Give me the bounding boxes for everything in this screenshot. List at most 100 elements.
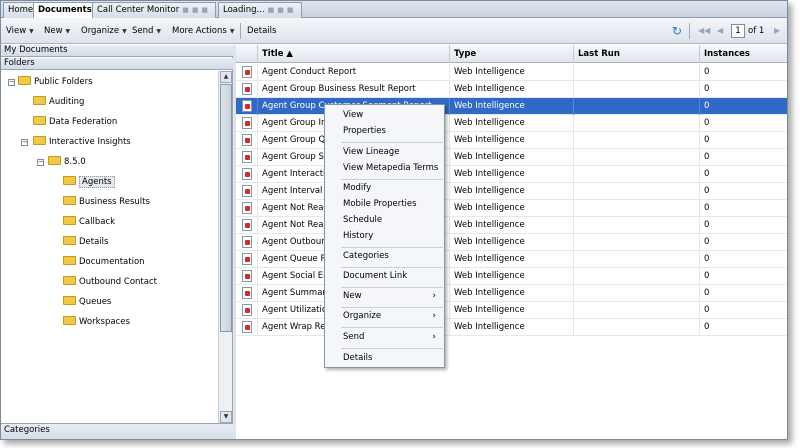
tree-node-queues[interactable]: Queues — [63, 295, 111, 309]
type-cell: Web Intelligence — [450, 302, 574, 319]
table-row[interactable]: Agent Social Engagement ReportWeb Intell… — [236, 268, 787, 285]
dropdown-arrow-icon: ▼ — [229, 28, 235, 35]
my-documents-header[interactable]: My Documents — [1, 45, 233, 57]
menu-item-history[interactable]: History — [325, 229, 444, 244]
type-cell: Web Intelligence — [450, 200, 574, 217]
tree-node-label: Auditing — [49, 97, 85, 107]
tree-node-8-5-0[interactable]: 8.5.0 — [48, 155, 86, 169]
tree-node-public-folders[interactable]: Public Folders — [18, 75, 93, 89]
tab-loading[interactable]: Loading... ■■■ — [218, 2, 302, 18]
table-row[interactable]: Agent Not Ready Report Web Intelligence 0 — [236, 200, 787, 217]
menu-separator — [341, 267, 443, 268]
categories-header[interactable]: Categories — [1, 423, 233, 439]
menu-item-properties[interactable]: Properties — [325, 124, 444, 139]
menu-item-send[interactable]: Send › — [325, 330, 444, 345]
table-row[interactable]: Agent Utilization Report Web Intelligence… — [236, 302, 787, 319]
menu-item-categories[interactable]: Categories — [325, 249, 444, 264]
table-row[interactable]: Agent Group Service Report Web Intelligen… — [236, 149, 787, 166]
collapse-icon[interactable]: − — [8, 79, 15, 86]
column-type-label: Type — [454, 49, 477, 59]
folder-tree-scrollbar[interactable]: ▲ ▼ — [218, 71, 232, 425]
menu-item-view-metapedia-terms[interactable]: View Metapedia Terms — [325, 161, 444, 176]
table-row[interactable]: Agent Queue Report Web Intelligence 0 — [236, 251, 787, 268]
collapse-icon[interactable]: − — [37, 159, 44, 166]
more-actions-label: More Actions — [172, 26, 227, 36]
menu-item-label: Schedule — [343, 215, 383, 225]
table-row[interactable]: Agent Conduct Report Web Intelligence 0 — [236, 64, 787, 81]
tab-documents[interactable]: Documents — [33, 2, 97, 19]
type-cell: Web Intelligence — [450, 149, 574, 166]
tab-call-center-monitor[interactable]: Call Center Monitor ■■■ — [92, 2, 217, 18]
more-actions-menu-button[interactable]: More Actions ▼ — [172, 18, 234, 44]
column-header-instances[interactable]: Instances — [700, 45, 787, 63]
menu-item-organize[interactable]: Organize › — [325, 309, 444, 324]
tree-node-documentation[interactable]: Documentation — [63, 255, 145, 269]
menu-separator — [341, 348, 443, 349]
tab-label: Documents — [38, 5, 92, 15]
refresh-icon[interactable]: ↻ — [672, 18, 682, 44]
title-cell[interactable]: Agent Conduct Report — [258, 64, 450, 81]
menu-item-view-lineage[interactable]: View Lineage — [325, 145, 444, 160]
menu-item-modify[interactable]: Modify — [325, 181, 444, 196]
last-run-cell — [574, 234, 700, 251]
tree-node-agents[interactable]: Agents — [63, 175, 115, 189]
menu-item-label: History — [343, 231, 374, 241]
scrollbar-thumb[interactable] — [220, 84, 232, 332]
scroll-up-icon[interactable]: ▲ — [220, 71, 232, 83]
table-row[interactable]: Agent Interval Based Report Web Intellige… — [236, 183, 787, 200]
scroll-down-icon[interactable]: ▼ — [220, 411, 232, 423]
send-menu-button[interactable]: Send ▼ — [132, 18, 161, 44]
last-run-cell — [574, 268, 700, 285]
table-row[interactable]: Agent Group Interval Report Web Intellige… — [236, 115, 787, 132]
collapse-icon[interactable]: − — [21, 139, 28, 146]
menu-item-label: View — [343, 110, 364, 120]
table-row[interactable]: Agent Group Customer Segment ReportWeb I… — [236, 98, 787, 115]
instances-cell: 0 — [704, 305, 710, 315]
folder-icon — [63, 236, 76, 245]
tree-node-auditing[interactable]: Auditing — [33, 95, 84, 109]
table-row[interactable]: Agent Summary Report Web Intelligence 0 — [236, 285, 787, 302]
menu-item-document-link[interactable]: Document Link — [325, 269, 444, 284]
tree-node-callback[interactable]: Callback — [63, 215, 115, 229]
table-row[interactable]: Agent Group Queue Report Web Intelligence… — [236, 132, 787, 149]
view-menu-button[interactable]: View ▼ — [6, 18, 34, 44]
menu-item-new[interactable]: New › — [325, 289, 444, 304]
folder-icon — [63, 316, 76, 325]
next-page-icon[interactable]: ▶ — [774, 18, 780, 44]
table-row[interactable]: Agent Group Business Result Report Web In… — [236, 81, 787, 98]
menu-item-mobile-properties[interactable]: Mobile Properties — [325, 197, 444, 212]
tree-node-business-results[interactable]: Business Results — [63, 195, 150, 209]
title-cell[interactable]: Agent Group Business Result Report — [258, 81, 450, 98]
row-icon-cell — [236, 183, 258, 200]
tab-controls-icon[interactable]: ■■■ — [268, 6, 297, 14]
page-number-input[interactable]: 1 — [731, 24, 745, 38]
table-row[interactable]: Agent Outbound Report Web Intelligence 0 — [236, 234, 787, 251]
tree-node-label: Public Folders — [34, 77, 93, 87]
menu-item-details[interactable]: Details — [325, 351, 444, 366]
menu-item-schedule[interactable]: Schedule — [325, 213, 444, 228]
web-intelligence-doc-icon — [242, 304, 252, 316]
column-header-type[interactable]: Type — [450, 45, 574, 63]
previous-page-icon[interactable]: ◀ — [717, 18, 723, 44]
web-intelligence-doc-icon — [242, 83, 252, 95]
new-menu-button[interactable]: New ▼ — [44, 18, 70, 44]
tree-node-workspaces[interactable]: Workspaces — [63, 315, 130, 329]
tree-node-interactive-insights[interactable]: Interactive Insights — [33, 135, 131, 149]
column-header-title[interactable]: Title ▲ — [258, 45, 450, 63]
tab-controls-icon[interactable]: ■■■ — [182, 6, 211, 14]
instances-cell: 0 — [704, 118, 710, 128]
table-row[interactable]: Agent Wrap Report Web Intelligence 0 — [236, 319, 787, 336]
table-row[interactable]: Agent Not Ready Reason ReportWeb Intelli… — [236, 217, 787, 234]
first-page-icon[interactable]: ◀◀ — [698, 18, 710, 44]
menu-item-view[interactable]: View — [325, 108, 444, 123]
folders-header[interactable]: Folders — [1, 58, 233, 70]
organize-menu-button[interactable]: Organize ▼ — [81, 18, 127, 44]
tree-node-outbound-contact[interactable]: Outbound Contact — [63, 275, 157, 289]
tree-node-data-federation[interactable]: Data Federation — [33, 115, 117, 129]
type-cell: Web Intelligence — [450, 319, 574, 336]
details-button[interactable]: Details — [247, 18, 276, 44]
table-row[interactable]: Agent Interaction Report Web Intelligence… — [236, 166, 787, 183]
tree-node-details[interactable]: Details — [63, 235, 108, 249]
column-header-last-run[interactable]: Last Run — [574, 45, 700, 63]
web-intelligence-doc-icon — [242, 219, 252, 231]
